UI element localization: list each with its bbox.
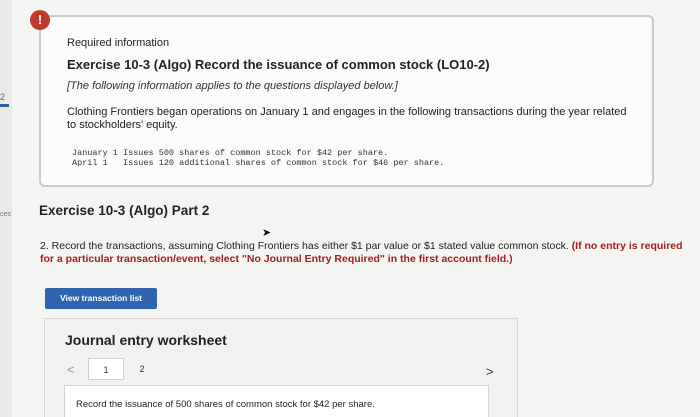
info-note: [The following information applies to th… [67, 80, 398, 92]
part-title: Exercise 10-3 (Algo) Part 2 [39, 203, 210, 218]
worksheet-title: Journal entry worksheet [65, 332, 227, 348]
left-sidebar-strip [0, 0, 12, 417]
page-tab-1[interactable]: 1 [88, 358, 124, 380]
worksheet-pagination: 1 2 [88, 358, 160, 380]
cursor-icon: ➤ [262, 227, 272, 239]
required-information-heading: Required information [67, 37, 170, 49]
transaction-row: April 1 Issues 120 additional shares of … [72, 158, 445, 168]
alert-icon: ! [30, 10, 50, 30]
transaction-row: January 1 Issues 500 shares of common st… [72, 148, 389, 158]
question-text: 2. Record the transactions, assuming Clo… [40, 240, 690, 266]
sidebar-text: ces [0, 211, 11, 218]
sidebar-active-indicator [0, 104, 9, 107]
page-tab-2[interactable]: 2 [124, 358, 160, 380]
chevron-left-icon[interactable]: < [67, 362, 75, 377]
worksheet-entry-description: Record the issuance of 500 shares of com… [76, 399, 375, 410]
sidebar-question-number[interactable]: 2 [0, 92, 5, 102]
exercise-description: Clothing Frontiers began operations on J… [67, 106, 627, 131]
question-instruction: 2. Record the transactions, assuming Clo… [40, 240, 572, 252]
exercise-title: Exercise 10-3 (Algo) Record the issuance… [67, 57, 490, 72]
view-transaction-list-button[interactable]: View transaction list [45, 288, 157, 309]
chevron-right-icon[interactable]: > [486, 364, 494, 379]
transaction-list: January 1 Issues 500 shares of common st… [72, 148, 444, 168]
